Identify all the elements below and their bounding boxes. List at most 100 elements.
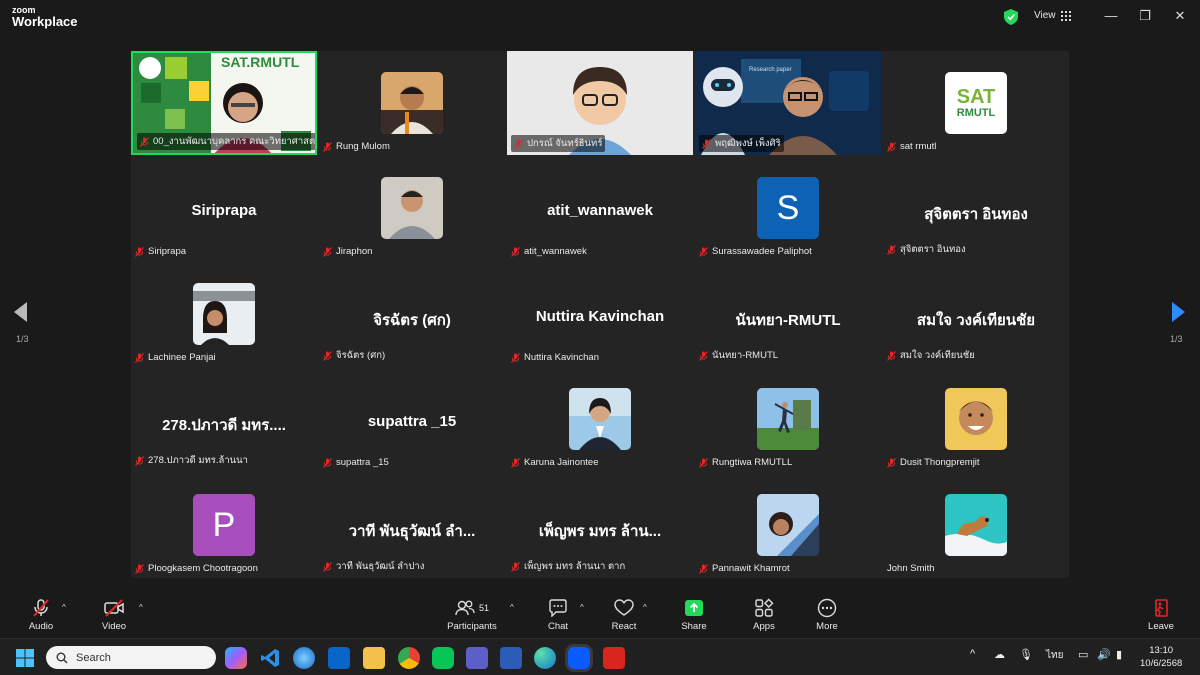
page-indicator-right: 1/3 (1170, 334, 1183, 344)
share-screen-icon (685, 600, 703, 616)
participant-tile[interactable]: Siriprapa Siriprapa (131, 156, 317, 260)
chat-label: Chat (547, 621, 569, 632)
audio-caret-icon[interactable]: ^ (62, 603, 66, 612)
participant-photo (757, 388, 819, 450)
view-label: View (1034, 10, 1056, 21)
video-button[interactable]: Video (84, 598, 144, 632)
participant-name-label: 00_งานพัฒนาบุคลากร คณะวิทยาศาสตร์ฯ (137, 133, 315, 150)
participants-label: Participants (447, 621, 497, 632)
participant-tile[interactable]: สมใจ วงค์เทียนชัย สมใจ วงค์เทียนชัย (883, 262, 1069, 366)
minimize-icon[interactable]: — (1103, 8, 1119, 23)
close-icon[interactable]: ✕ (1172, 8, 1188, 24)
line-icon[interactable] (432, 647, 454, 669)
security-shield-icon[interactable] (1004, 9, 1018, 25)
participant-tile[interactable]: S Surassawadee Paliphot (695, 156, 881, 260)
zoom-taskbar-icon[interactable] (568, 647, 590, 669)
mic-muted-icon (887, 350, 896, 361)
onedrive-icon[interactable]: ☁ (994, 648, 1005, 661)
participants-button[interactable]: 51 Participants (442, 598, 502, 632)
video-off-icon (104, 599, 124, 617)
react-caret-icon[interactable]: ^ (643, 603, 647, 612)
participant-tile[interactable]: จิรฉัตร (ศก) จิรฉัตร (ศก) (319, 262, 505, 366)
participant-display-name: สุจิตตรา อินทอง (924, 206, 1028, 223)
mic-muted-icon (135, 246, 144, 257)
next-page-arrow-icon[interactable] (1172, 302, 1185, 322)
participant-name-label: John Smith (887, 563, 935, 574)
file-explorer-icon[interactable] (363, 647, 385, 669)
view-button[interactable]: View (1034, 10, 1071, 21)
participant-tile[interactable]: Jiraphon (319, 156, 505, 260)
participant-tile[interactable]: 278.ปภาวดี มทร.... 278.ปภาวดี มทร.ล้านนา (131, 367, 317, 471)
participant-tile[interactable]: Dusit Thongpremjit (883, 367, 1069, 471)
mic-muted-icon (140, 136, 149, 147)
participant-tile[interactable]: Research paper พฤฒิพงษ์ เพ็งศิริ (695, 51, 881, 155)
participant-tile[interactable]: นันทยา-RMUTL นันทยา-RMUTL (695, 262, 881, 366)
word-icon[interactable] (500, 647, 522, 669)
input-language[interactable]: ไทย (1046, 648, 1063, 663)
page-indicator-left: 1/3 (16, 334, 29, 344)
mic-muted-icon (699, 563, 708, 574)
chat-button[interactable]: Chat (528, 598, 588, 632)
participant-tile[interactable]: SAT.RMUTL 00_งานพัฒนาบุคลากร คณะวิทยาศาสต… (131, 51, 317, 155)
participant-tile[interactable]: Rung Mulom (319, 51, 505, 155)
participant-tile[interactable]: Rungtiwa RMUTLL (695, 367, 881, 471)
participant-tile[interactable]: Pannawit Khamrot (695, 473, 881, 577)
volume-icon[interactable]: 🔊 (1097, 648, 1111, 661)
share-label: Share (681, 621, 707, 632)
participant-tile[interactable]: Lachinee Panjai (131, 262, 317, 366)
acrobat-icon[interactable] (603, 647, 625, 669)
participant-tile[interactable]: atit_wannawek atit_wannawek (507, 156, 693, 260)
share-button[interactable]: Share (664, 598, 724, 632)
participant-tile[interactable]: Nuttira Kavinchan Nuttira Kavinchan (507, 262, 693, 366)
network-icon[interactable]: ▭ (1078, 648, 1088, 661)
participant-name-label: สมใจ วงค์เทียนชัย (887, 348, 975, 363)
restore-icon[interactable]: ❐ (1137, 8, 1153, 24)
mic-muted-icon (887, 457, 896, 468)
chrome-icon[interactable] (398, 647, 420, 669)
leave-button[interactable]: Leave (1131, 598, 1191, 632)
mic-muted-icon (699, 457, 708, 468)
edge-icon[interactable] (534, 647, 556, 669)
participant-tile[interactable]: SAT RMUTL sat rmutl (883, 51, 1069, 155)
vscode-icon[interactable] (259, 647, 281, 669)
participant-name-label: atit_wannawek (511, 246, 587, 257)
participant-tile[interactable]: ปกรณ์ จันทร์ธินทร์ (507, 51, 693, 155)
mic-muted-icon (323, 141, 332, 152)
video-caret-icon[interactable]: ^ (139, 603, 143, 612)
participant-display-name: atit_wannawek (547, 202, 653, 219)
participant-tile[interactable]: วาที พันธุวัฒน์ ลำ... วาที พันธุวัฒน์ ลำป… (319, 473, 505, 577)
participant-tile[interactable]: สุจิตตรา อินทอง สุจิตตรา อินทอง (883, 156, 1069, 260)
participant-name: 278.ปภาวดี มทร.ล้านนา (148, 455, 249, 466)
apps-button[interactable]: Apps (734, 598, 794, 632)
participant-logo: SAT RMUTL (945, 72, 1007, 134)
participant-display-name: วาที พันธุวัฒน์ ลำ... (348, 523, 476, 540)
brand-bottom: Workplace (12, 14, 78, 29)
chat-caret-icon[interactable]: ^ (580, 603, 584, 612)
windows-start-icon[interactable] (16, 649, 34, 667)
teams-icon[interactable] (466, 647, 488, 669)
copilot-icon[interactable] (225, 647, 247, 669)
battery-icon[interactable]: ▮ (1116, 648, 1122, 661)
participant-tile[interactable]: P Ploogkasem Chootragoon (131, 473, 317, 577)
microphone-tray-icon[interactable]: 🎙 (1019, 648, 1033, 661)
participant-tile[interactable]: Karuna Jainontee (507, 367, 693, 471)
participants-caret-icon[interactable]: ^ (510, 603, 514, 612)
participant-tile[interactable]: supattra _15 supattra _15 (319, 367, 505, 471)
prev-page-arrow-icon[interactable] (14, 302, 27, 322)
participant-photo (381, 177, 443, 239)
taskbar-search-input[interactable]: Search (46, 646, 216, 669)
apps-label: Apps (753, 621, 775, 632)
participant-tile[interactable]: John Smith (883, 473, 1069, 577)
taskbar-clock[interactable]: 13:10 10/6/2568 (1140, 644, 1182, 670)
participant-name: สุจิตตรา อินทอง (900, 244, 966, 255)
mic-muted-icon (135, 352, 144, 363)
participant-photo (945, 494, 1007, 556)
tray-chevron-icon[interactable]: ^ (970, 648, 975, 660)
participant-name: จิรฉัตร (ศก) (336, 350, 386, 361)
edge-dev-icon[interactable] (293, 647, 315, 669)
participant-name-label: Ploogkasem Chootragoon (135, 563, 258, 574)
participant-name-label: วาที พันธุวัฒน์ ลำปาง (323, 559, 424, 574)
more-button[interactable]: More (797, 598, 857, 632)
outlook-icon[interactable] (328, 647, 350, 669)
participant-tile[interactable]: เพ็ญพร มทร ล้าน... เพ็ญพร มทร ล้านนา ตาก (507, 473, 693, 577)
